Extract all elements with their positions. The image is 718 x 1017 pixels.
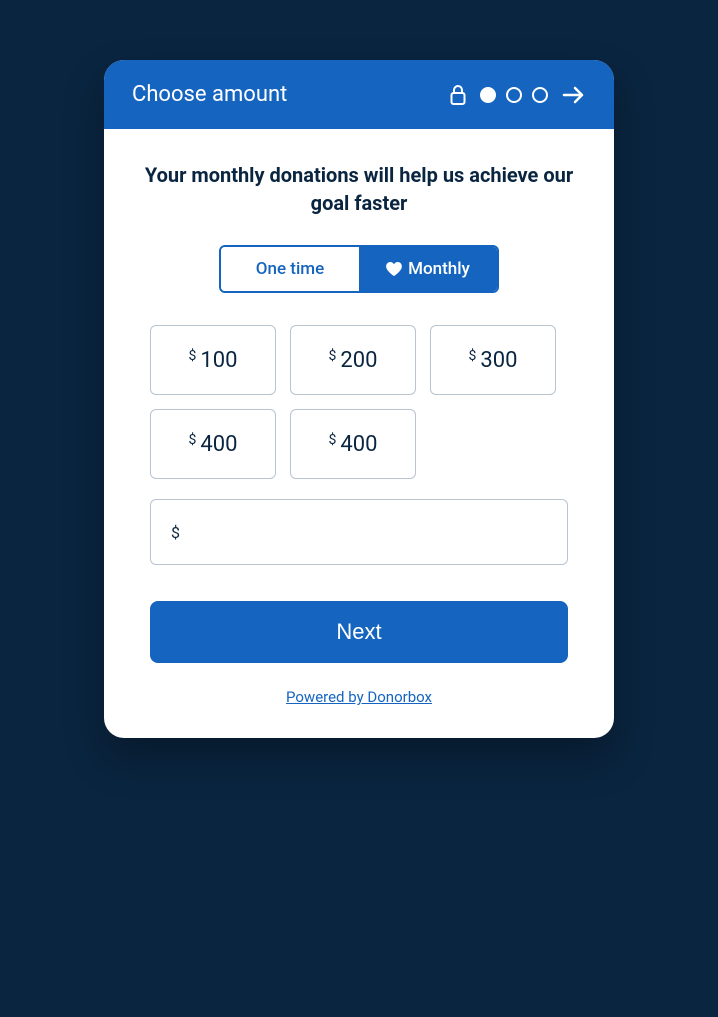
currency-symbol: $ <box>171 523 180 542</box>
donation-heading: Your monthly donations will help us achi… <box>140 161 578 217</box>
amount-option[interactable]: $ 200 <box>290 325 416 395</box>
custom-amount-input[interactable] <box>190 521 547 544</box>
amount-value: 200 <box>340 348 377 373</box>
arrow-right-icon[interactable] <box>562 85 586 105</box>
amount-option[interactable]: $ 100 <box>150 325 276 395</box>
heart-icon <box>386 262 402 276</box>
next-button[interactable]: Next <box>150 601 568 663</box>
step-dot <box>506 87 522 103</box>
step-dot-active <box>480 87 496 103</box>
amount-option[interactable]: $ 400 <box>290 409 416 479</box>
frequency-onetime-label: One time <box>256 259 324 279</box>
card-content: Your monthly donations will help us achi… <box>104 129 614 738</box>
header-controls <box>450 85 586 105</box>
amount-value: 400 <box>200 432 237 457</box>
currency-symbol: $ <box>189 348 197 364</box>
amount-option[interactable]: $ 400 <box>150 409 276 479</box>
currency-symbol: $ <box>329 432 337 448</box>
lock-icon <box>450 85 466 105</box>
step-dots <box>480 87 548 103</box>
frequency-toggle: One time Monthly <box>219 245 499 293</box>
frequency-monthly-button[interactable]: Monthly <box>359 247 497 291</box>
amount-grid: $ 100 $ 200 $ 300 $ 400 $ 400 <box>140 325 578 479</box>
header-title: Choose amount <box>132 82 287 107</box>
donation-card: Choose amount Your monthly donations wil… <box>104 60 614 738</box>
amount-value: 400 <box>340 432 377 457</box>
powered-by: Powered by Donorbox <box>140 687 578 714</box>
card-header: Choose amount <box>104 60 614 129</box>
powered-by-link[interactable]: Powered by Donorbox <box>286 688 432 706</box>
currency-symbol: $ <box>469 348 477 364</box>
frequency-onetime-button[interactable]: One time <box>221 247 359 291</box>
currency-symbol: $ <box>329 348 337 364</box>
step-dot <box>532 87 548 103</box>
amount-value: 300 <box>480 348 517 373</box>
amount-value: 100 <box>200 348 237 373</box>
amount-option[interactable]: $ 300 <box>430 325 556 395</box>
custom-amount-field[interactable]: $ <box>150 499 568 565</box>
frequency-monthly-label: Monthly <box>408 259 470 279</box>
currency-symbol: $ <box>189 432 197 448</box>
